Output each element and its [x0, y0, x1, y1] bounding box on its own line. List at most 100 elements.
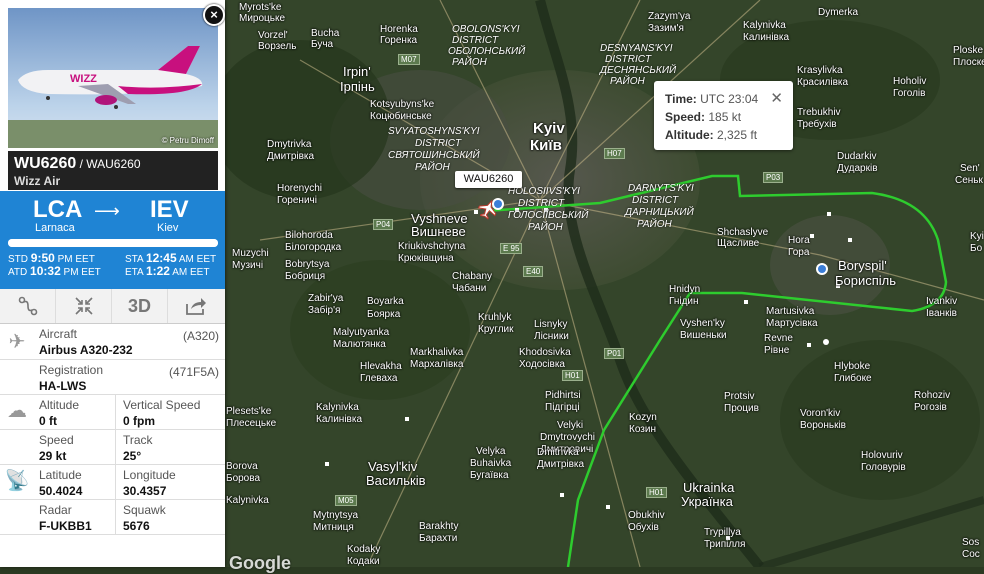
map-place-label: Trypillya [704, 527, 741, 538]
registration-code: (471F5A) [168, 365, 219, 379]
map-place-label: Дмитрівка [537, 459, 585, 470]
photo-credit: © Petru Dimoff [161, 136, 214, 145]
registration-value: HA-LWS [39, 379, 87, 393]
speed-row: Speed 29 kt Track 25° [0, 429, 225, 465]
map-place-label: Kodaky [347, 544, 381, 555]
map-place-label: Головурів [861, 462, 906, 473]
map-place-label: Shchaslyve [717, 227, 769, 238]
map-place-label: Вороньків [800, 420, 846, 431]
map-place-label: Lisnyky [534, 319, 568, 330]
map-place-label: Ворзель [258, 41, 297, 52]
destination-city: Kiev [157, 222, 179, 234]
aircraft-photo[interactable]: WIZZ © Petru Dimoff [8, 8, 218, 148]
map-place-label: Bucha [311, 28, 340, 39]
map-place-label: Khodosivka [519, 347, 571, 358]
airport-marker-icon[interactable] [816, 263, 828, 275]
map-place-label: Калинівка [316, 414, 363, 425]
map-place-label: Sen' [960, 163, 980, 174]
map-place-label: Чабани [452, 283, 487, 294]
map-district-label: DISTRICT [415, 138, 462, 149]
map-place-label: Рогозів [914, 402, 947, 413]
map-place-label: Kyiv [533, 120, 565, 137]
popup-altitude-value: 2,325 ft [717, 128, 758, 142]
popup-close-icon[interactable]: ✕ [770, 89, 783, 107]
destination-code[interactable]: IEV [150, 196, 189, 224]
latitude-value: 50.4024 [39, 484, 83, 498]
map-place-label: Hora [788, 235, 810, 246]
map-place-label: Vyshen'ky [680, 318, 725, 329]
origin-city: Larnaca [35, 222, 75, 234]
map-place-label: Holovuriv [861, 450, 903, 461]
map-place-label: Гореничі [277, 195, 317, 206]
map-place-label: Martusivka [766, 306, 815, 317]
map-place-label: Бобриця [285, 271, 326, 282]
map-place-label: Bilohoroda [285, 230, 333, 241]
map-place-label: Kriukivshchyna [398, 241, 466, 252]
map-place-label: Митниця [313, 522, 354, 533]
satellite-dish-icon: 📡 [4, 470, 30, 492]
map-place-label: Требухів [797, 119, 837, 130]
popup-speed-label: Speed: [665, 110, 706, 124]
road-shield-label: E 95 [500, 243, 523, 254]
map-place-label: Зазим'я [648, 23, 684, 34]
aircraft-row: ✈ Aircraft Airbus A320-232 (A320) [0, 323, 225, 360]
map-place-label: Dmytrivka [267, 139, 312, 150]
radar-row: Radar F-UKBB1 Squawk 5676 [0, 499, 225, 535]
map-place-label: Боярка [367, 309, 401, 320]
road-shield-label: M07 [398, 54, 420, 65]
map-place-label: Pidhirtsi [545, 390, 581, 401]
route-icon[interactable] [0, 289, 56, 323]
map-district-label: OBOLONS'KYI [452, 24, 520, 35]
map-place-label: Revne [764, 333, 793, 344]
eta-time: ETA 1:22 AM EET [125, 264, 210, 278]
registration-label: Registration [39, 363, 104, 377]
map-place-label: Круглик [478, 324, 514, 335]
map-place-label: Ploske [953, 45, 984, 56]
road-shield-label: H01 [646, 487, 667, 498]
map-place-label: Сос [962, 549, 980, 560]
map-place-label: Гоголів [893, 88, 926, 99]
vertical-speed-label: Vertical Speed [123, 398, 201, 412]
share-icon[interactable] [168, 289, 223, 323]
view-3d-button[interactable]: 3D [112, 289, 168, 323]
map-district-label: ДЕСНЯНСЬКИЙ [600, 65, 677, 76]
panel-toolbar: 3D [0, 289, 225, 324]
road-shield-label: E40 [523, 266, 544, 277]
map-place-label: Козин [629, 424, 656, 435]
map-place-label: Бориспіль [835, 273, 897, 288]
map-place-label: Hlyboke [834, 361, 871, 372]
map-place-label: Kalynivka [226, 495, 269, 506]
collapse-arrows-icon[interactable] [56, 289, 112, 323]
track-point-popup: Time: UTC 23:04 Speed: 185 kt Altitude: … [654, 81, 793, 150]
aircraft-code: (A320) [182, 329, 219, 343]
map-place-label: Plesets'ke [226, 406, 272, 417]
aircraft-callsign-tag[interactable]: WAU6260 [455, 171, 522, 188]
origin-code[interactable]: LCA [33, 196, 82, 224]
map-place-label: Dmitrivka [537, 447, 579, 458]
google-logo: Google [229, 553, 291, 573]
std-time: STD 9:50 PM EET [8, 251, 95, 265]
map-place-label: Мироцьке [239, 13, 286, 24]
map-place-label: Irpin' [343, 64, 371, 79]
road-shield-label: M05 [335, 495, 357, 506]
map-place-label: Markhalivka [410, 347, 464, 358]
map-district-label: ДАРНИЦЬКИЙ [625, 207, 694, 218]
airline-name: Wizz Air [14, 174, 61, 188]
map-place-label: Сеньк [955, 175, 983, 186]
map-place-label: Дударків [837, 163, 878, 174]
map-place-label: Гора [788, 247, 810, 258]
map-place-label: Київ [530, 137, 562, 154]
latitude-label: Latitude [39, 468, 82, 482]
airport-marker-icon[interactable] [492, 198, 504, 210]
map-place-label: Malyutyanka [333, 327, 390, 338]
road-shield-label: H07 [604, 148, 625, 159]
map-place-label: Kozyn [629, 412, 657, 423]
map-district-label: ГОЛОСІЇВСЬКИЙ [508, 210, 589, 221]
map-place-label: Рівне [764, 345, 790, 356]
close-panel-button[interactable]: × [203, 4, 225, 26]
map-place-label: Velyki [557, 420, 584, 431]
radar-value: F-UKBB1 [39, 519, 92, 533]
squawk-label: Squawk [123, 503, 166, 517]
map-place-label: Chabany [452, 271, 493, 282]
map-place-label: Mytnytsya [313, 510, 359, 521]
